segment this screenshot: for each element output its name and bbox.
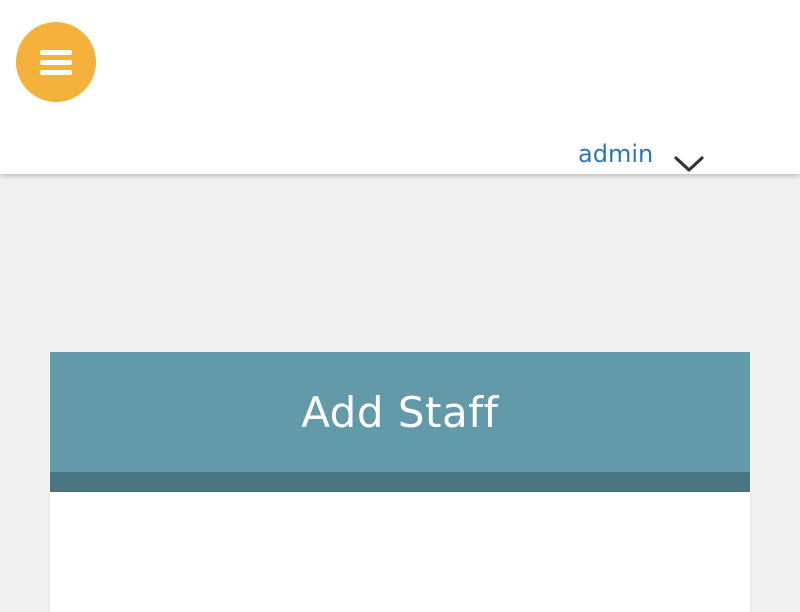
user-menu-name[interactable]: admin — [578, 138, 653, 170]
menu-button[interactable] — [16, 22, 96, 102]
add-staff-card: Add Staff — [50, 352, 750, 612]
card-header: Add Staff — [50, 352, 750, 472]
hamburger-menu-icon — [40, 50, 72, 55]
card-body — [50, 492, 750, 612]
hamburger-menu-icon-bar — [40, 70, 72, 75]
chevron-down-icon[interactable] — [672, 154, 706, 176]
card-header-strip — [50, 472, 750, 492]
card-title: Add Staff — [301, 387, 499, 437]
hamburger-menu-icon-bar — [40, 60, 72, 65]
top-header: admin — [0, 0, 800, 174]
